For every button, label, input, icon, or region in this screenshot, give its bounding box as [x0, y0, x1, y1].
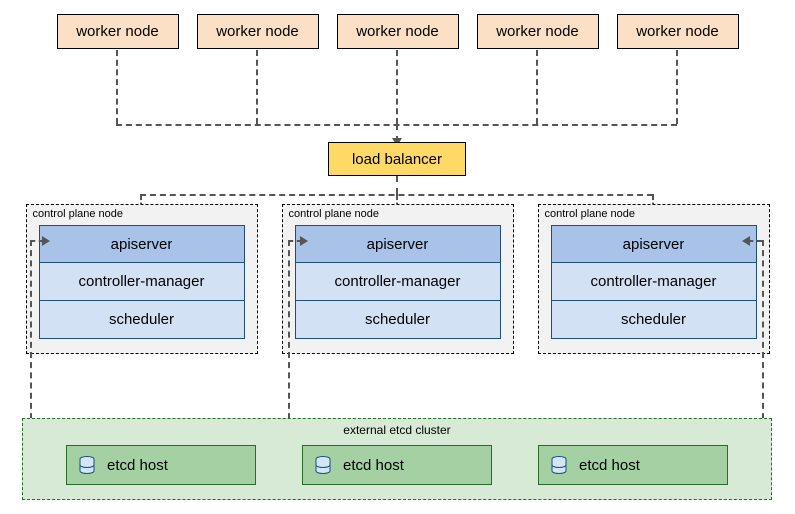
worker-node: worker node — [57, 14, 179, 49]
apiserver-box: apiserver — [295, 225, 501, 263]
etcd-cluster-box: external etcd cluster etcd host etcd hos… — [22, 418, 772, 500]
worker-node: worker node — [617, 14, 739, 49]
architecture-diagram: worker node worker node worker node work… — [0, 0, 795, 514]
control-plane-title: control plane node — [289, 208, 380, 220]
worker-node: worker node — [197, 14, 319, 49]
connector-line — [256, 50, 258, 124]
etcd-host-box: etcd host — [302, 445, 492, 485]
apiserver-box: apiserver — [551, 225, 757, 263]
controller-manager-box: controller-manager — [295, 263, 501, 301]
apiserver-box: apiserver — [39, 225, 245, 263]
etcd-host-label: etcd host — [343, 457, 404, 474]
etcd-cluster-title: external etcd cluster — [23, 423, 771, 437]
scheduler-box: scheduler — [551, 301, 757, 339]
arrowhead-icon — [300, 236, 308, 246]
etcd-host-row: etcd host etcd host etcd host — [23, 437, 771, 485]
connector-line — [396, 176, 398, 194]
connector-line — [748, 240, 762, 242]
worker-node: worker node — [477, 14, 599, 49]
control-plane-title: control plane node — [545, 208, 636, 220]
etcd-host-label: etcd host — [107, 457, 168, 474]
control-plane-node: control plane node apiserver controller-… — [26, 204, 258, 354]
scheduler-box: scheduler — [39, 301, 245, 339]
connector-line — [676, 50, 678, 124]
arrowhead-icon — [42, 236, 50, 246]
worker-node-row: worker node worker node worker node work… — [0, 14, 795, 49]
connector-line — [396, 50, 398, 124]
etcd-host-box: etcd host — [538, 445, 728, 485]
database-icon — [315, 456, 331, 474]
control-plane-node: control plane node apiserver controller-… — [282, 204, 514, 354]
control-plane-row: control plane node apiserver controller-… — [0, 204, 795, 354]
connector-line — [116, 50, 118, 124]
load-balancer-box: load balancer — [328, 142, 466, 176]
etcd-host-label: etcd host — [579, 457, 640, 474]
database-icon — [79, 456, 95, 474]
control-plane-node: control plane node apiserver controller-… — [538, 204, 770, 354]
database-icon — [551, 456, 567, 474]
control-plane-title: control plane node — [33, 208, 124, 220]
scheduler-box: scheduler — [295, 301, 501, 339]
controller-manager-box: controller-manager — [551, 263, 757, 301]
etcd-host-box: etcd host — [66, 445, 256, 485]
arrowhead-icon — [742, 236, 750, 246]
connector-line — [536, 50, 538, 124]
controller-manager-box: controller-manager — [39, 263, 245, 301]
worker-node: worker node — [337, 14, 459, 49]
